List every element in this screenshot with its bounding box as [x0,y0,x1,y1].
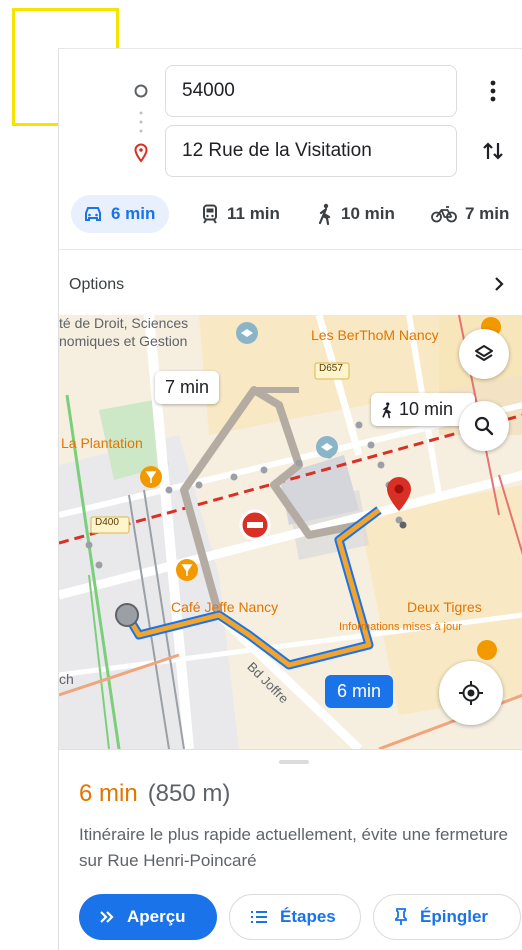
mode-walking-label: 10 min [341,204,395,223]
destination-row: 12 Rue de la Visitation [59,125,522,185]
mode-driving[interactable]: 6 min [71,195,170,233]
route-time-line: 6 min (850 m) [79,780,230,808]
layers-icon [475,345,493,361]
bike-icon [431,206,457,223]
origin-input[interactable]: 54000 [165,65,457,117]
my-location-icon [459,681,483,705]
street-label-edge: ch [59,671,74,687]
map-label-deux-tigres: Deux Tigres [407,599,482,615]
map-label-cafe: Café Jeffe Nancy [171,599,279,615]
walk-time: 10 min [399,399,454,419]
train-icon [203,204,217,224]
drag-handle[interactable] [279,760,309,764]
mode-transit-label: 11 min [227,204,280,223]
route-duration: 6 min [79,780,138,807]
map-label-berthom: Les BerThoM Nancy [311,327,439,343]
mode-cycling-label: 7 min [465,204,510,223]
pin-icon [395,908,407,925]
origin-row: 54000 [59,61,522,121]
route-distance: (850 m) [147,780,231,807]
double-chevron-icon [100,911,114,923]
walk-icon [318,203,331,225]
mode-driving-label: 6 min [111,204,156,223]
options-row[interactable]: Options [59,263,522,307]
travel-modes: 6 min 11 min 10 min 7 min [59,189,522,239]
road-label-d400: D400 [95,517,119,528]
steps-label: Étapes [280,907,336,926]
destination-pin-icon [134,143,148,163]
overview-label: Aperçu [127,907,186,926]
origin-circle-icon [134,84,148,98]
map-label-plantation: La Plantation [61,435,143,451]
steps-button[interactable]: Étapes [229,894,361,940]
chevron-right-icon [495,277,504,291]
destination-input[interactable]: 12 Rue de la Visitation [165,125,457,177]
map-label-faculty-2: nomiques et Gestion [59,333,188,349]
alt-route-time-bubble[interactable]: 7 min [155,371,220,404]
mode-cycling[interactable]: 7 min [431,195,509,233]
map-label-faculty: té de Droit, Sciences [59,315,189,331]
road-label-d657: D657 [319,363,343,374]
main-route-time-bubble[interactable]: 6 min [325,675,394,708]
route-description: Itinéraire le plus rapide actuellement, … [79,825,509,870]
car-icon [85,207,101,221]
divider [59,249,522,250]
pin-label: Épingler [420,907,489,926]
search-icon [474,416,494,436]
mode-walking[interactable]: 10 min [317,195,395,233]
search-button[interactable] [459,401,509,451]
swap-icon[interactable] [479,135,507,167]
mode-transit[interactable]: 11 min [201,195,280,233]
more-options-icon[interactable] [479,75,507,107]
options-label: Options [69,276,125,293]
layers-button[interactable] [459,329,509,379]
map-view[interactable]: té de Droit, Sciences nomiques et Gestio… [59,315,522,749]
my-location-button[interactable] [439,661,503,725]
main-route-time: 6 min [337,681,382,701]
list-icon [251,911,267,923]
map-label-info: Informations mises à jour [339,621,462,633]
walk-icon [382,401,391,418]
pin-button[interactable]: Épingler [373,894,521,940]
directions-panel: 54000 12 Rue de la Visitation 6 min 11 m… [58,48,522,950]
overview-button[interactable]: Aperçu [79,894,217,940]
alt-route-time: 7 min [165,377,210,397]
route-summary-sheet: 6 min (850 m) Itinéraire le plus rapide a… [59,749,522,950]
